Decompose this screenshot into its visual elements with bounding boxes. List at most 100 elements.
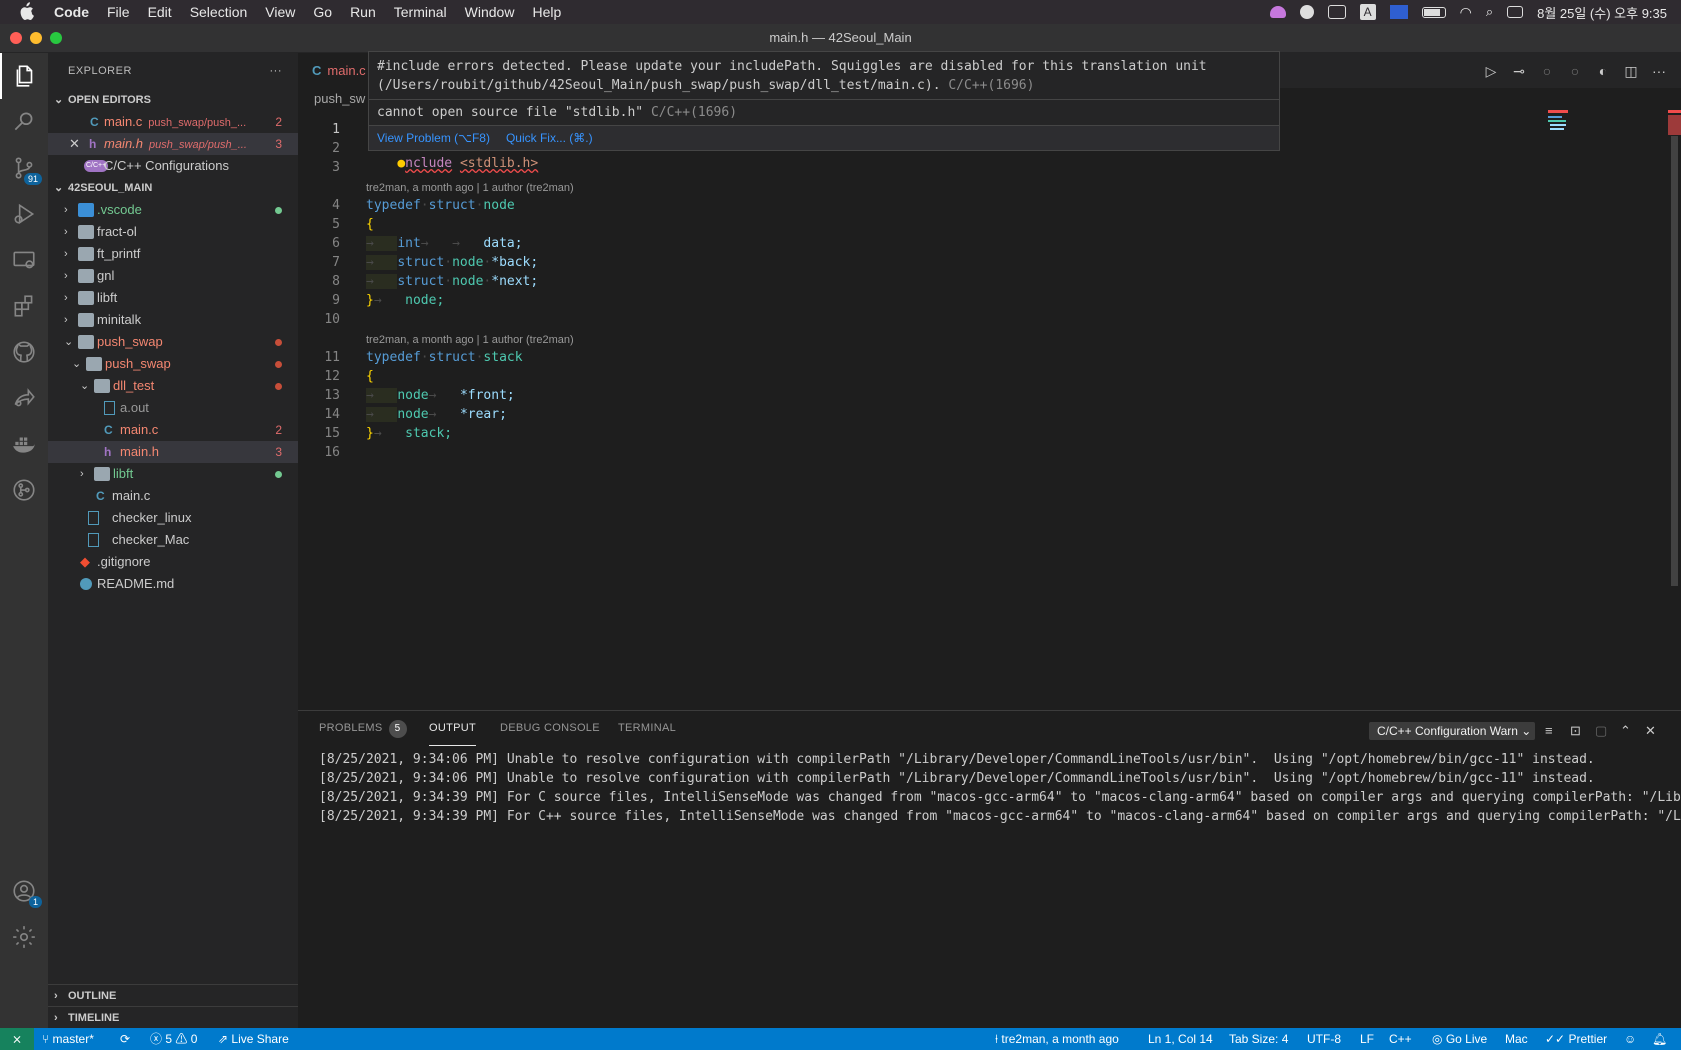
quick-fix-link[interactable]: Quick Fix... (⌘.)	[506, 131, 593, 145]
eol[interactable]: LF	[1360, 1028, 1374, 1050]
go-live-status[interactable]: ◎ Go Live	[1432, 1028, 1487, 1050]
manage-gear-icon[interactable]	[0, 914, 48, 960]
platform[interactable]: Mac	[1505, 1028, 1528, 1050]
accounts-icon[interactable]: 1	[0, 868, 48, 914]
breadcrumb-segment[interactable]: push_sw	[314, 91, 365, 106]
tree-folder[interactable]: › ft_printf	[48, 243, 298, 265]
tree-folder[interactable]: ⌄ push_swap	[48, 353, 298, 375]
tree-file[interactable]: checker_linux	[48, 507, 298, 529]
source-control-icon[interactable]: 91	[0, 145, 48, 191]
lightbulb-icon[interactable]: ●	[397, 156, 405, 171]
battery-icon[interactable]	[1421, 6, 1446, 18]
extensions-icon[interactable]	[0, 283, 48, 329]
lock-scroll-icon[interactable]: ⊡	[1570, 723, 1581, 739]
spotlight-search-icon[interactable]: ⌕	[1486, 4, 1493, 20]
tree-folder[interactable]: › libft	[48, 287, 298, 309]
prev-change-icon[interactable]: ○	[1539, 63, 1555, 79]
clear-output-icon[interactable]: ≡	[1545, 723, 1553, 738]
notifications-bell-icon[interactable]: 🔔︎	[1652, 1028, 1667, 1050]
input-source-icon[interactable]: A	[1359, 4, 1376, 20]
open-editor-item[interactable]: C main.c push_swap/push_... 2	[48, 111, 298, 133]
branch-status[interactable]: ⑂ master*	[42, 1028, 94, 1050]
more-icon[interactable]: ···	[1651, 63, 1667, 79]
blame-status[interactable]: ⍿ tre2man, a month ago	[995, 1028, 1119, 1050]
menu-help[interactable]: Help	[532, 4, 561, 20]
outline-section[interactable]: › OUTLINE	[48, 984, 298, 1006]
notification-icon[interactable]	[1299, 5, 1314, 19]
menu-go[interactable]: Go	[313, 4, 332, 20]
tray-app-icon[interactable]	[1269, 6, 1286, 18]
zoom-window-button[interactable]	[50, 32, 62, 44]
open-log-icon[interactable]: ▢	[1595, 723, 1607, 739]
code-editor[interactable]: 1 2 3 tre2man, a month ago | 1 author (t…	[298, 120, 1681, 710]
minimize-window-button[interactable]	[30, 32, 42, 44]
tree-file[interactable]: C main.c	[48, 485, 298, 507]
next-change-icon[interactable]: ○	[1567, 63, 1583, 79]
menu-app[interactable]: Code	[54, 4, 89, 20]
github-icon[interactable]	[0, 329, 48, 375]
view-problem-link[interactable]: View Problem (⌥F8)	[377, 131, 490, 145]
close-panel-icon[interactable]: ✕	[1645, 723, 1656, 739]
tree-folder[interactable]: › minitalk	[48, 309, 298, 331]
tab-problems[interactable]: PROBLEMS 5	[319, 711, 407, 746]
tree-file[interactable]: ◆ .gitignore	[48, 551, 298, 573]
run-icon[interactable]: ▷	[1483, 63, 1499, 79]
output-channel-select[interactable]: C/C++ Configuration Warn ⌄	[1369, 722, 1535, 740]
codelens-blame[interactable]: tre2man, a month ago | 1 author (tre2man…	[366, 334, 574, 346]
tab-terminal[interactable]: TERMINAL	[618, 711, 676, 746]
tree-folder[interactable]: › gnl	[48, 265, 298, 287]
live-share-icon[interactable]	[0, 375, 48, 421]
cursor-position[interactable]: Ln 1, Col 14	[1148, 1028, 1213, 1050]
tree-file[interactable]: README.md	[48, 573, 298, 595]
menu-run[interactable]: Run	[350, 4, 376, 20]
encoding[interactable]: UTF-8	[1307, 1028, 1341, 1050]
remote-explorer-icon[interactable]	[0, 237, 48, 283]
menu-edit[interactable]: Edit	[148, 4, 172, 20]
menu-selection[interactable]: Selection	[190, 4, 248, 20]
timeline-section[interactable]: › TIMELINE	[48, 1006, 298, 1028]
tab-size[interactable]: Tab Size: 4	[1229, 1028, 1288, 1050]
menu-clock[interactable]: 8월 25일 (수) 오후 9:35	[1537, 3, 1667, 22]
split-editor-icon[interactable]: ◫	[1623, 63, 1639, 79]
menu-view[interactable]: View	[265, 4, 295, 20]
maximize-panel-icon[interactable]: ⌃	[1620, 723, 1631, 739]
tree-file[interactable]: checker_Mac	[48, 529, 298, 551]
editor-scrollbar[interactable]	[1668, 110, 1681, 710]
open-editor-item[interactable]: ✕ h main.h push_swap/push_... 3	[48, 133, 298, 155]
menu-terminal[interactable]: Terminal	[394, 4, 447, 20]
screen-icon[interactable]	[1327, 5, 1346, 19]
search-icon[interactable]	[0, 99, 48, 145]
docker-icon[interactable]	[0, 421, 48, 467]
tree-file[interactable]: h main.h 3	[48, 441, 298, 463]
tree-folder[interactable]: ⌄ dll_test	[48, 375, 298, 397]
close-window-button[interactable]	[10, 32, 22, 44]
display-icon[interactable]	[1389, 5, 1408, 19]
tree-folder[interactable]: › libft	[48, 463, 298, 485]
menu-window[interactable]: Window	[465, 4, 515, 20]
tree-file[interactable]: a.out	[48, 397, 298, 419]
language-mode[interactable]: C++	[1389, 1028, 1412, 1050]
more-actions-icon[interactable]: ···	[270, 53, 283, 89]
tree-folder[interactable]: › .vscode	[48, 199, 298, 221]
blame-icon[interactable]: ◐	[1595, 63, 1611, 79]
tree-file[interactable]: C main.c 2	[48, 419, 298, 441]
live-share-status[interactable]: ⇗ Live Share	[218, 1028, 289, 1050]
tree-folder[interactable]: › fract-ol	[48, 221, 298, 243]
apple-icon[interactable]	[18, 1, 38, 23]
open-editor-item[interactable]: C/C++ C/C++ Configurations	[48, 155, 298, 177]
feedback-icon[interactable]: ☺	[1624, 1028, 1636, 1050]
gitlens-icon[interactable]	[0, 467, 48, 513]
close-icon[interactable]: ✕	[69, 133, 80, 155]
open-editors-section[interactable]: ⌄ OPEN EDITORS	[48, 89, 298, 111]
sync-icon[interactable]: ⟳	[120, 1028, 130, 1050]
run-debug-icon[interactable]	[0, 191, 48, 237]
git-compare-icon[interactable]: ⊸	[1511, 63, 1527, 79]
menu-file[interactable]: File	[107, 4, 130, 20]
minimap[interactable]	[1548, 110, 1668, 700]
tab-debug-console[interactable]: DEBUG CONSOLE	[500, 711, 600, 746]
workspace-section[interactable]: ⌄ 42SEOUL_MAIN	[48, 177, 298, 199]
tree-folder[interactable]: ⌄ push_swap	[48, 331, 298, 353]
control-center-icon[interactable]	[1507, 6, 1524, 18]
remote-indicator-icon[interactable]: ⨯	[0, 1028, 34, 1050]
tab-output[interactable]: OUTPUT	[429, 711, 477, 746]
